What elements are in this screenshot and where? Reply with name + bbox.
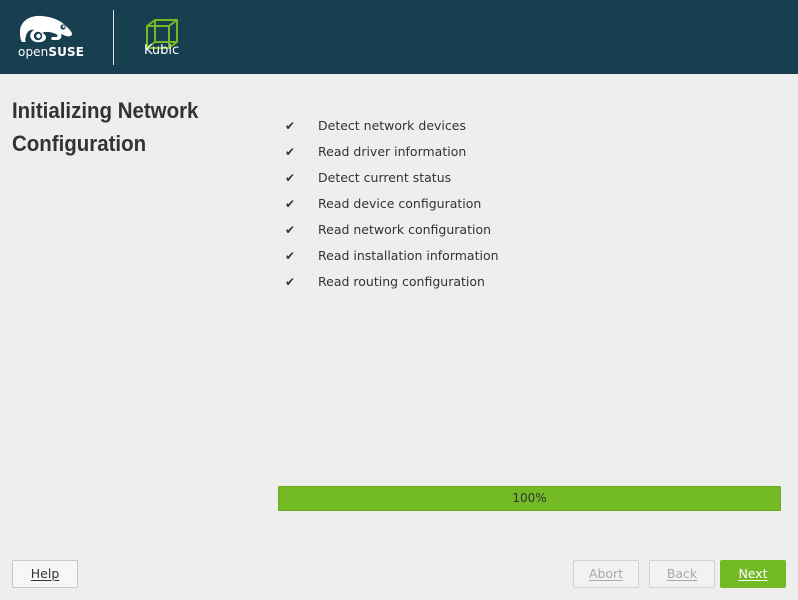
abort-button-label: Abort — [588, 566, 624, 581]
checkmark-icon: ✔ — [285, 249, 296, 263]
next-button-label: Next — [738, 566, 768, 581]
kubic-wordmark: Kubic — [144, 43, 180, 58]
checkmark-icon: ✔ — [285, 145, 296, 159]
step-item: ✔ Detect network devices — [285, 113, 499, 139]
step-item: ✔ Read network configuration — [285, 217, 499, 243]
page-title: Initializing Network Configuration — [12, 98, 199, 156]
abort-button[interactable]: Abort — [573, 560, 639, 588]
opensuse-wordmark: openSUSE — [18, 45, 84, 59]
next-button[interactable]: Next — [720, 560, 786, 588]
back-button-label: Back — [666, 566, 698, 581]
help-button-label: Help — [30, 566, 60, 581]
step-item: ✔ Read routing configuration — [285, 269, 499, 295]
checkmark-icon: ✔ — [285, 171, 296, 185]
step-label: Read device configuration — [318, 196, 482, 211]
step-label: Read network configuration — [318, 222, 492, 237]
help-button[interactable]: Help — [12, 560, 78, 588]
chameleon-icon — [20, 15, 72, 43]
step-item: ✔ Detect current status — [285, 165, 499, 191]
step-item: ✔ Read driver information — [285, 139, 499, 165]
back-button[interactable]: Back — [649, 560, 715, 588]
header-divider — [113, 10, 114, 65]
checkmark-icon: ✔ — [285, 119, 296, 133]
checkmark-icon: ✔ — [285, 223, 296, 237]
header-bar: openSUSE Kubic — [0, 0, 798, 74]
step-label: Detect network devices — [318, 118, 466, 133]
step-label: Detect current status — [318, 170, 452, 185]
checkmark-icon: ✔ — [285, 275, 296, 289]
step-label: Read installation information — [318, 248, 499, 263]
checkmark-icon: ✔ — [285, 197, 296, 211]
step-item: ✔ Read installation information — [285, 243, 499, 269]
step-label: Read driver information — [318, 144, 467, 159]
step-label: Read routing configuration — [318, 274, 485, 289]
step-item: ✔ Read device configuration — [285, 191, 499, 217]
opensuse-logo: openSUSE — [16, 12, 92, 60]
progress-bar: 100% — [278, 486, 781, 511]
step-list: ✔ Detect network devices ✔ Read driver inf… — [285, 113, 499, 295]
progress-label: 100% — [512, 491, 547, 505]
